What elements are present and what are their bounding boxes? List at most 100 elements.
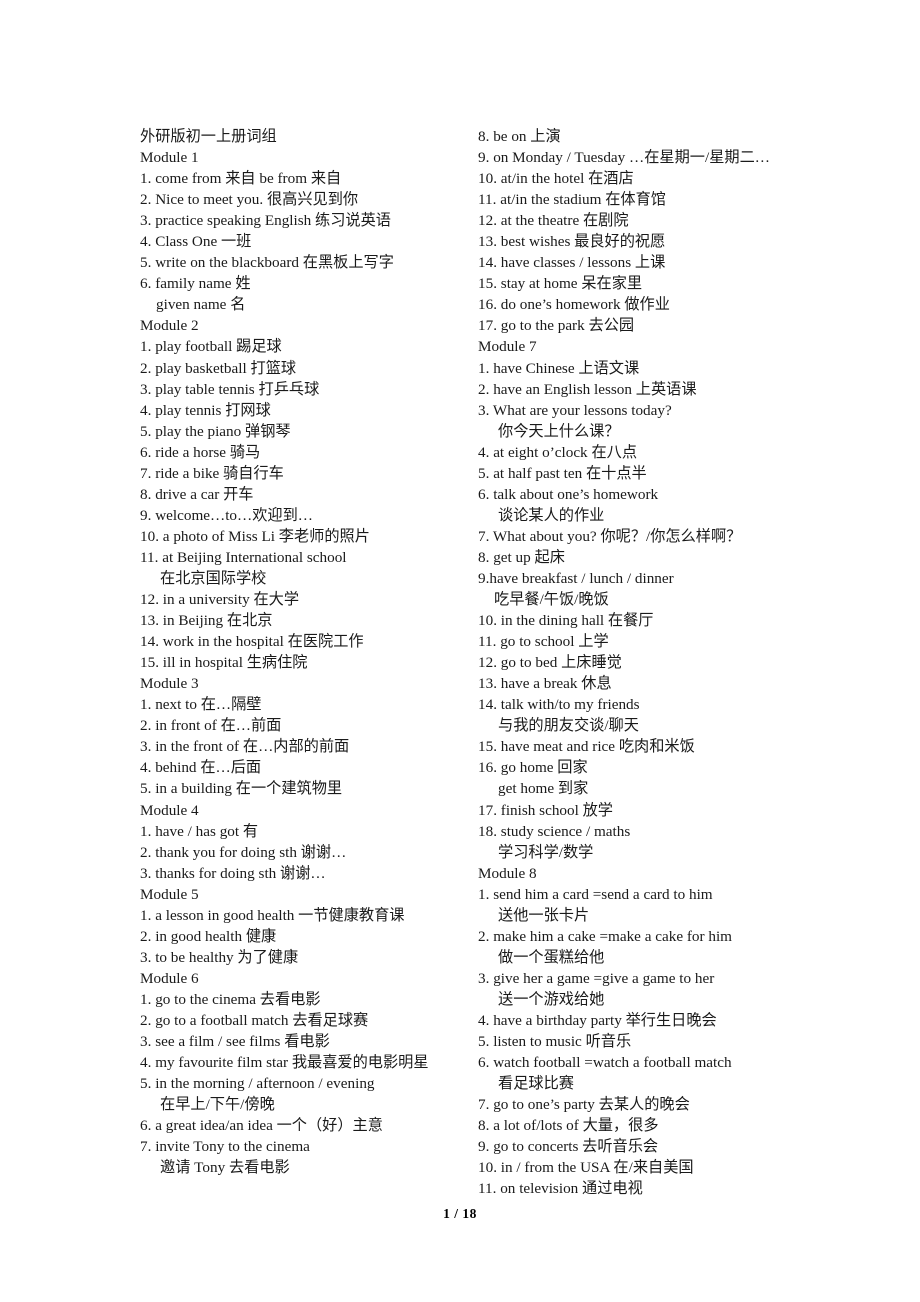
text-line: 7. What about you? 你呢？/你怎么样啊？ xyxy=(478,527,742,545)
text-line: 3. practice speaking English 练习说英语 xyxy=(140,212,391,230)
text-line: 1. next to 在…隔壁 xyxy=(140,696,262,714)
text-line: 4. behind 在…后面 xyxy=(140,759,262,777)
text-line: 学习科学/数学 xyxy=(498,843,594,861)
text-line: 1. a lesson in good health 一节健康教育课 xyxy=(140,906,405,924)
text-line: 8. get up 起床 xyxy=(478,548,565,566)
text-line: 1. send him a card =send a card to him xyxy=(478,885,713,903)
text-line: 9. welcome…to…欢迎到… xyxy=(140,506,313,524)
text-line: 2. make him a cake =make a cake for him xyxy=(478,927,732,945)
text-line: 1. come from 来自 be from 来自 xyxy=(140,170,342,188)
text-line: 8. be on 上演 xyxy=(478,128,561,145)
text-line: 4. my favourite film star 我最喜爱的电影明星 xyxy=(140,1054,429,1072)
text-line: 5. at half past ten 在十点半 xyxy=(478,464,647,482)
text-line: 3. give her a game =give a game to her xyxy=(478,969,715,987)
text-line: 6. a great idea/an idea 一个（好）主意 xyxy=(140,1117,383,1135)
text-line: 12. go to bed 上床睡觉 xyxy=(478,654,622,672)
text-line: 2. go to a football match 去看足球赛 xyxy=(140,1011,369,1029)
text-line: get home 到家 xyxy=(498,780,589,798)
text-line: 5. in the morning / afternoon / evening xyxy=(140,1075,375,1093)
text-line: 13. best wishes 最良好的祝愿 xyxy=(478,233,666,251)
text-line: 18. study science / maths xyxy=(478,822,631,840)
text-line: 3. What are your lessons today? xyxy=(478,401,672,419)
left-text-column: 外研版初一上册词组 Module 1 1. come from 来自 be from… xyxy=(140,126,452,1178)
text-line: 11. on television 通过电视 xyxy=(478,1180,643,1198)
text-line: 在早上/下午/傍晚 xyxy=(160,1096,275,1114)
text-line: Module 4 xyxy=(140,801,199,819)
text-line: 2. thank you for doing sth 谢谢… xyxy=(140,843,347,861)
text-line: 11. at/in the stadium 在体育馆 xyxy=(478,191,666,209)
text-line: 4. have a birthday party 举行生日晚会 xyxy=(478,1011,717,1029)
text-line: 9. go to concerts 去听音乐会 xyxy=(478,1138,659,1156)
text-line: 15. have meat and rice 吃肉和米饭 xyxy=(478,738,695,756)
text-line: 11. at Beijing International school xyxy=(140,548,347,566)
text-line: 5. play the piano 弹钢琴 xyxy=(140,422,291,440)
text-line: Module 2 xyxy=(140,317,199,335)
text-line: 3. in the front of 在…内部的前面 xyxy=(140,738,350,756)
text-line: 8. drive a car 开车 xyxy=(140,485,254,503)
document-page: 外研版初一上册词组 Module 1 1. come from 来自 be from… xyxy=(0,0,920,1302)
text-line: Module 7 xyxy=(478,338,537,356)
text-line: 7. ride a bike 骑自行车 xyxy=(140,464,284,482)
text-line: 1. have Chinese 上语文课 xyxy=(478,359,640,377)
text-line: 10. in the dining hall 在餐厅 xyxy=(478,612,654,630)
text-line: 8. a lot of/lots of 大量，很多 xyxy=(478,1117,659,1135)
text-line: 9. on Monday / Tuesday …在星期一/星期二… xyxy=(478,149,770,167)
text-line: 2. in good health 健康 xyxy=(140,927,277,945)
text-line: Module 6 xyxy=(140,969,199,987)
text-line: 吃早餐/午饭/晚饭 xyxy=(494,591,609,609)
text-line: 14. have classes / lessons 上课 xyxy=(478,254,666,272)
text-line: 3. play table tennis 打乒乓球 xyxy=(140,380,320,398)
text-line: 邀请 Tony 去看电影 xyxy=(160,1159,290,1177)
text-line: 13. in Beijing 在北京 xyxy=(140,612,273,630)
text-line: 6. ride a horse 骑马 xyxy=(140,443,261,461)
text-line: 3. see a film / see films 看电影 xyxy=(140,1033,330,1051)
text-line: 14. work in the hospital 在医院工作 xyxy=(140,633,364,651)
text-line: 看足球比赛 xyxy=(498,1075,574,1093)
text-line: Module 8 xyxy=(478,864,537,882)
text-line: Module 5 xyxy=(140,885,199,903)
text-line: 1. have / has got 有 xyxy=(140,822,259,840)
text-line: 与我的朋友交谈/聊天 xyxy=(498,717,639,735)
text-line: 你今天上什么课？ xyxy=(498,422,620,440)
text-line: 4. Class One 一班 xyxy=(140,233,252,251)
text-line: 谈论某人的作业 xyxy=(498,506,605,524)
text-line: 12. in a university 在大学 xyxy=(140,591,300,609)
text-line: 10. at/in the hotel 在酒店 xyxy=(478,170,634,188)
text-line: 在北京国际学校 xyxy=(160,569,267,587)
text-line: Module 1 xyxy=(140,149,199,167)
text-line: 送他一张卡片 xyxy=(498,906,590,924)
text-line: 11. go to school 上学 xyxy=(478,633,609,651)
text-line: 2. play basketball 打篮球 xyxy=(140,359,297,377)
text-line: given name 名 xyxy=(156,296,246,314)
text-line: 2. in front of 在…前面 xyxy=(140,717,282,735)
text-line: 15. ill in hospital 生病住院 xyxy=(140,654,308,672)
text-line: 7. go to one’s party 去某人的晚会 xyxy=(478,1096,690,1114)
text-line: 5. in a building 在一个建筑物里 xyxy=(140,780,343,798)
text-line: Module 3 xyxy=(140,675,199,693)
text-line: 做一个蛋糕给他 xyxy=(498,948,605,966)
text-line: 9.have breakfast / lunch / dinner xyxy=(478,569,674,587)
right-text-column: 8. be on 上演 9. on Monday / Tuesday …在星期一/… xyxy=(478,126,790,1199)
text-line: 10. a photo of Miss Li 李老师的照片 xyxy=(140,527,370,545)
text-line: 17. go to the park 去公园 xyxy=(478,317,635,335)
text-line: 6. family name 姓 xyxy=(140,275,251,293)
text-line: 2. Nice to meet you. 很高兴见到你 xyxy=(140,191,359,209)
text-line: 5. write on the blackboard 在黑板上写字 xyxy=(140,254,394,272)
text-line: 3. thanks for doing sth 谢谢… xyxy=(140,864,326,882)
text-line: 10. in / from the USA 在/来自美国 xyxy=(478,1159,694,1177)
text-line: 1. play football 踢足球 xyxy=(140,338,282,356)
text-line: 12. at the theatre 在剧院 xyxy=(478,212,629,230)
text-line: 6. watch football =watch a football matc… xyxy=(478,1054,732,1072)
text-line: 送一个游戏给她 xyxy=(498,990,605,1008)
text-line: 外研版初一上册词组 xyxy=(140,128,277,145)
text-line: 4. play tennis 打网球 xyxy=(140,401,271,419)
text-line: 17. finish school 放学 xyxy=(478,801,613,819)
text-line: 6. talk about one’s homework xyxy=(478,485,659,503)
text-line: 2. have an English lesson 上英语课 xyxy=(478,380,697,398)
text-line: 14. talk with/to my friends xyxy=(478,696,640,714)
text-line: 4. at eight o’clock 在八点 xyxy=(478,443,638,461)
text-line: 3. to be healthy 为了健康 xyxy=(140,948,299,966)
text-line: 1. go to the cinema 去看电影 xyxy=(140,990,321,1008)
text-line: 5. listen to music 听音乐 xyxy=(478,1033,632,1051)
text-line: 13. have a break 休息 xyxy=(478,675,612,693)
